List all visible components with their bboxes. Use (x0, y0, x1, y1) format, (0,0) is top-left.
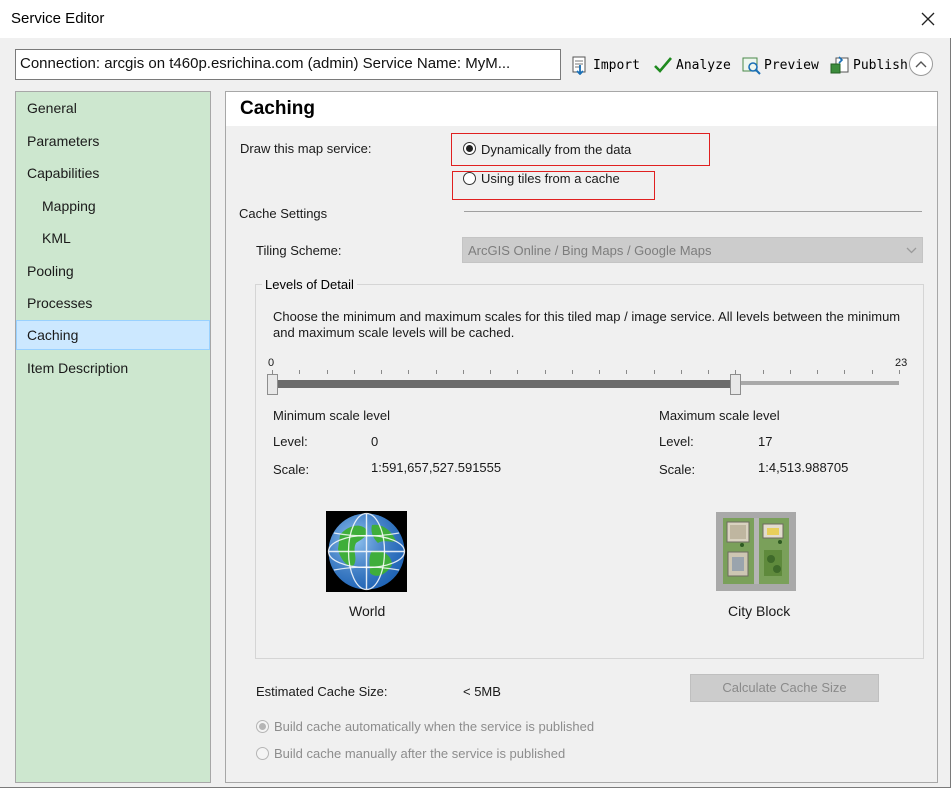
slider-tick (354, 370, 355, 374)
max-level-label: Level: (659, 434, 694, 449)
sidebar-item-processes[interactable]: Processes (16, 288, 210, 318)
window-title: Service Editor (11, 10, 105, 27)
slider-tick (708, 370, 709, 374)
slider-tick (681, 370, 682, 374)
close-icon (921, 12, 935, 26)
preview-button[interactable]: Preview (741, 53, 819, 77)
panel-header (226, 92, 937, 126)
max-scale-value: 1:4,513.988705 (758, 460, 849, 475)
slider-tick (844, 370, 845, 374)
slider-max-label: 23 (895, 357, 908, 369)
max-scale-heading: Maximum scale level (659, 408, 780, 423)
slider-min-label: 0 (268, 357, 275, 369)
tiling-scheme-select[interactable]: ArcGIS Online / Bing Maps / Google Maps (462, 237, 923, 263)
estimated-cache-size-label: Estimated Cache Size: (256, 684, 388, 699)
slider-max-thumb[interactable] (730, 374, 741, 395)
sidebar-item-mapping[interactable]: Mapping (16, 191, 210, 221)
sidebar-item-capabilities[interactable]: Capabilities (16, 158, 210, 188)
slider-tick (381, 370, 382, 374)
radio-dynamic[interactable] (463, 142, 476, 155)
cache-settings-divider (464, 211, 922, 212)
slider-tick (463, 370, 464, 374)
min-level-label: Level: (273, 434, 308, 449)
page-title: Caching (240, 98, 315, 119)
levels-of-detail-legend: Levels of Detail (262, 277, 357, 292)
slider-tick (899, 370, 900, 374)
slider-tick (490, 370, 491, 374)
sidebar-item-caching[interactable]: Caching (16, 320, 210, 350)
chevron-up-icon (915, 61, 927, 68)
slider-min-thumb[interactable] (267, 374, 278, 395)
slider-tick (545, 370, 546, 374)
max-level-value: 17 (758, 434, 773, 449)
publish-label: Publish (853, 57, 908, 73)
preview-label: Preview (764, 57, 819, 73)
import-label: Import (593, 57, 640, 73)
min-level-value: 0 (371, 434, 379, 449)
draw-service-label: Draw this map service: (240, 141, 372, 156)
slider-tick (436, 370, 437, 374)
radio-build-manual-label[interactable]: Build cache manually after the service i… (274, 746, 565, 761)
collapse-button[interactable] (909, 52, 933, 76)
world-caption: World (349, 603, 386, 619)
cache-settings-heading: Cache Settings (239, 206, 328, 221)
radio-build-manual[interactable] (256, 747, 269, 760)
slider-tick (327, 370, 328, 374)
min-scale-heading: Minimum scale level (273, 408, 391, 423)
radio-dynamic-label[interactable]: Dynamically from the data (481, 142, 631, 157)
import-icon (572, 56, 586, 75)
slider-tick (517, 370, 518, 374)
preview-icon (742, 57, 761, 75)
calculate-cache-size-button[interactable]: Calculate Cache Size (690, 674, 879, 702)
city-block-caption: City Block (728, 603, 791, 619)
chevron-down-icon (906, 247, 917, 254)
scale-slider-selected-range (272, 380, 735, 388)
sidebar-item-general[interactable]: General (16, 93, 210, 123)
lod-description: Choose the minimum and maximum scales fo… (273, 309, 901, 340)
sidebar-item-parameters[interactable]: Parameters (16, 126, 210, 156)
world-globe-image (326, 511, 407, 592)
sidebar-item-pooling[interactable]: Pooling (16, 256, 210, 286)
slider-tick (872, 370, 873, 374)
connection-text: Connection: arcgis on t460p.esrichina.co… (20, 55, 511, 72)
sidebar: General Parameters Capabilities Mapping … (15, 91, 211, 783)
slider-tick (408, 370, 409, 374)
checkmark-icon (654, 57, 672, 73)
max-scale-label: Scale: (659, 462, 696, 477)
connection-field[interactable]: Connection: arcgis on t460p.esrichina.co… (15, 49, 561, 80)
sidebar-item-item-description[interactable]: Item Description (16, 353, 210, 383)
tiling-scheme-label: Tiling Scheme: (256, 243, 342, 258)
sidebar-item-kml[interactable]: KML (16, 223, 210, 253)
slider-tick (626, 370, 627, 374)
tiling-scheme-value: ArcGIS Online / Bing Maps / Google Maps (468, 243, 712, 258)
city-block-image (716, 512, 796, 591)
radio-build-auto[interactable] (256, 720, 269, 733)
slider-tick (790, 370, 791, 374)
slider-tick (599, 370, 600, 374)
slider-tick (763, 370, 764, 374)
min-scale-label: Scale: (273, 462, 310, 477)
slider-tick (572, 370, 573, 374)
slider-tick (299, 370, 300, 374)
slider-tick (817, 370, 818, 374)
radio-tiles[interactable] (463, 172, 476, 185)
publish-button[interactable]: Publish (830, 53, 908, 77)
close-button[interactable] (905, 0, 951, 38)
import-button[interactable]: Import (570, 53, 640, 77)
min-scale-value: 1:591,657,527.591555 (371, 460, 502, 475)
slider-tick (654, 370, 655, 374)
analyze-label: Analyze (676, 57, 731, 73)
radio-build-auto-label[interactable]: Build cache automatically when the servi… (274, 719, 594, 734)
analyze-button[interactable]: Analyze (653, 53, 731, 77)
service-editor-window: Service Editor Connection: arcgis on t46… (0, 0, 951, 788)
estimated-cache-size-value: < 5MB (463, 684, 501, 699)
publish-icon (830, 56, 849, 74)
title-bar: Service Editor (0, 0, 951, 38)
radio-tiles-label[interactable]: Using tiles from a cache (481, 171, 620, 186)
